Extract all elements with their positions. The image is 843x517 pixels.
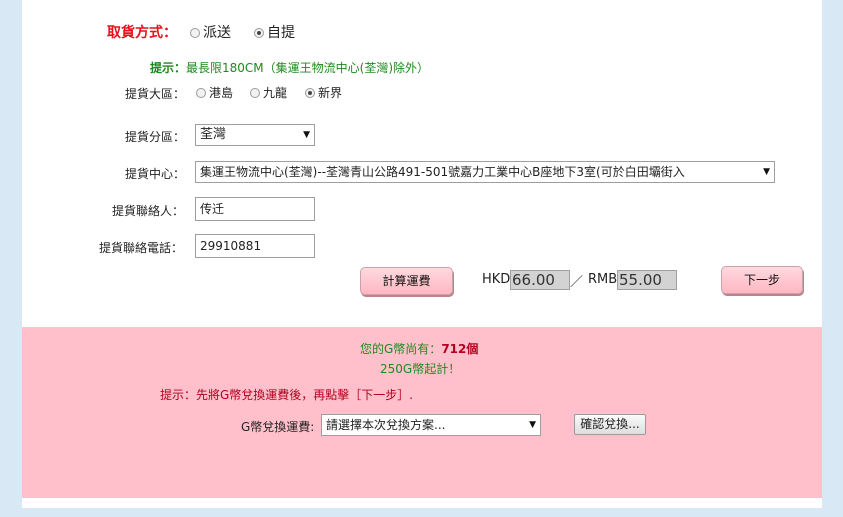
next-step-button[interactable]: 下一步: [721, 266, 803, 294]
size-hint: 提示：最長限180CM（集運王物流中心(荃灣)除外）: [150, 59, 429, 76]
radio-hk-island[interactable]: 港島: [196, 84, 233, 101]
exchange-label: G幣兌換運費:: [241, 420, 315, 434]
radio-kowloon[interactable]: 九龍: [250, 84, 287, 101]
exchange-plan-value: 請選擇本次兌換方案...: [326, 418, 446, 432]
radio-self-pickup-circle[interactable]: [254, 28, 264, 38]
coin-balance-value: 712個: [441, 342, 479, 356]
exchange-plan-select[interactable]: 請選擇本次兌換方案... ▼: [321, 414, 541, 436]
radio-delivery[interactable]: 派送: [190, 22, 231, 42]
coin-minimum: 250G幣起計！: [380, 362, 461, 376]
confirm-exchange-button[interactable]: 確認兌換...: [574, 414, 646, 435]
radio-hk-island-circle[interactable]: [196, 88, 206, 98]
size-hint-prefix: 提示：: [150, 61, 187, 75]
rmb-label: RMB: [588, 272, 618, 287]
calculate-fee-button[interactable]: 計算運費: [360, 267, 453, 295]
district-label: 提貨分區：: [125, 130, 186, 144]
radio-self-pickup[interactable]: 自提: [254, 22, 295, 42]
contact-label: 提貨聯絡人：: [112, 204, 185, 218]
district-select-value: 荃灣: [200, 127, 227, 142]
phone-input[interactable]: 29910881: [195, 234, 315, 258]
hkd-value: 66.00: [510, 270, 570, 290]
chevron-down-icon: ▼: [527, 415, 536, 435]
coin-tip: 提示：先將G幣兌換運費後，再點擊［下一步］.: [160, 388, 414, 402]
phone-label: 提貨聯絡電話：: [99, 241, 184, 255]
center-select-value: 集運王物流中心(荃灣)--荃灣青山公路491-501號嘉力工業中心B座地下3室(…: [200, 165, 685, 179]
radio-kowloon-label: 九龍: [263, 86, 288, 100]
radio-new-territories[interactable]: 新界: [305, 84, 342, 101]
chevron-down-icon: ▼: [761, 162, 770, 182]
radio-new-territories-label: 新界: [318, 86, 343, 100]
region-label: 提貨大區：: [125, 87, 186, 101]
radio-delivery-label: 派送: [203, 25, 231, 41]
coin-balance-prefix: 您的G幣尚有：: [360, 342, 442, 356]
hkd-label: HKD: [482, 272, 511, 287]
rmb-value: 55.00: [617, 270, 677, 290]
contact-input[interactable]: 传迁: [195, 197, 315, 221]
coin-balance: 您的G幣尚有：712個: [360, 340, 478, 357]
radio-delivery-circle[interactable]: [190, 28, 200, 38]
radio-self-pickup-label: 自提: [267, 25, 295, 41]
center-label: 提貨中心：: [125, 167, 186, 181]
district-select[interactable]: 荃灣 ▼: [195, 124, 315, 146]
chevron-down-icon: ▼: [301, 125, 310, 145]
center-select[interactable]: 集運王物流中心(荃灣)--荃灣青山公路491-501號嘉力工業中心B座地下3室(…: [195, 161, 775, 183]
radio-new-territories-circle[interactable]: [305, 88, 315, 98]
radio-kowloon-circle[interactable]: [250, 88, 260, 98]
size-hint-text: 最長限180CM（集運王物流中心(荃灣)除外）: [186, 61, 430, 75]
currency-separator: ／: [570, 275, 584, 290]
radio-hk-island-label: 港島: [209, 86, 234, 100]
pickup-method-label: 取貨方式：: [107, 25, 177, 41]
